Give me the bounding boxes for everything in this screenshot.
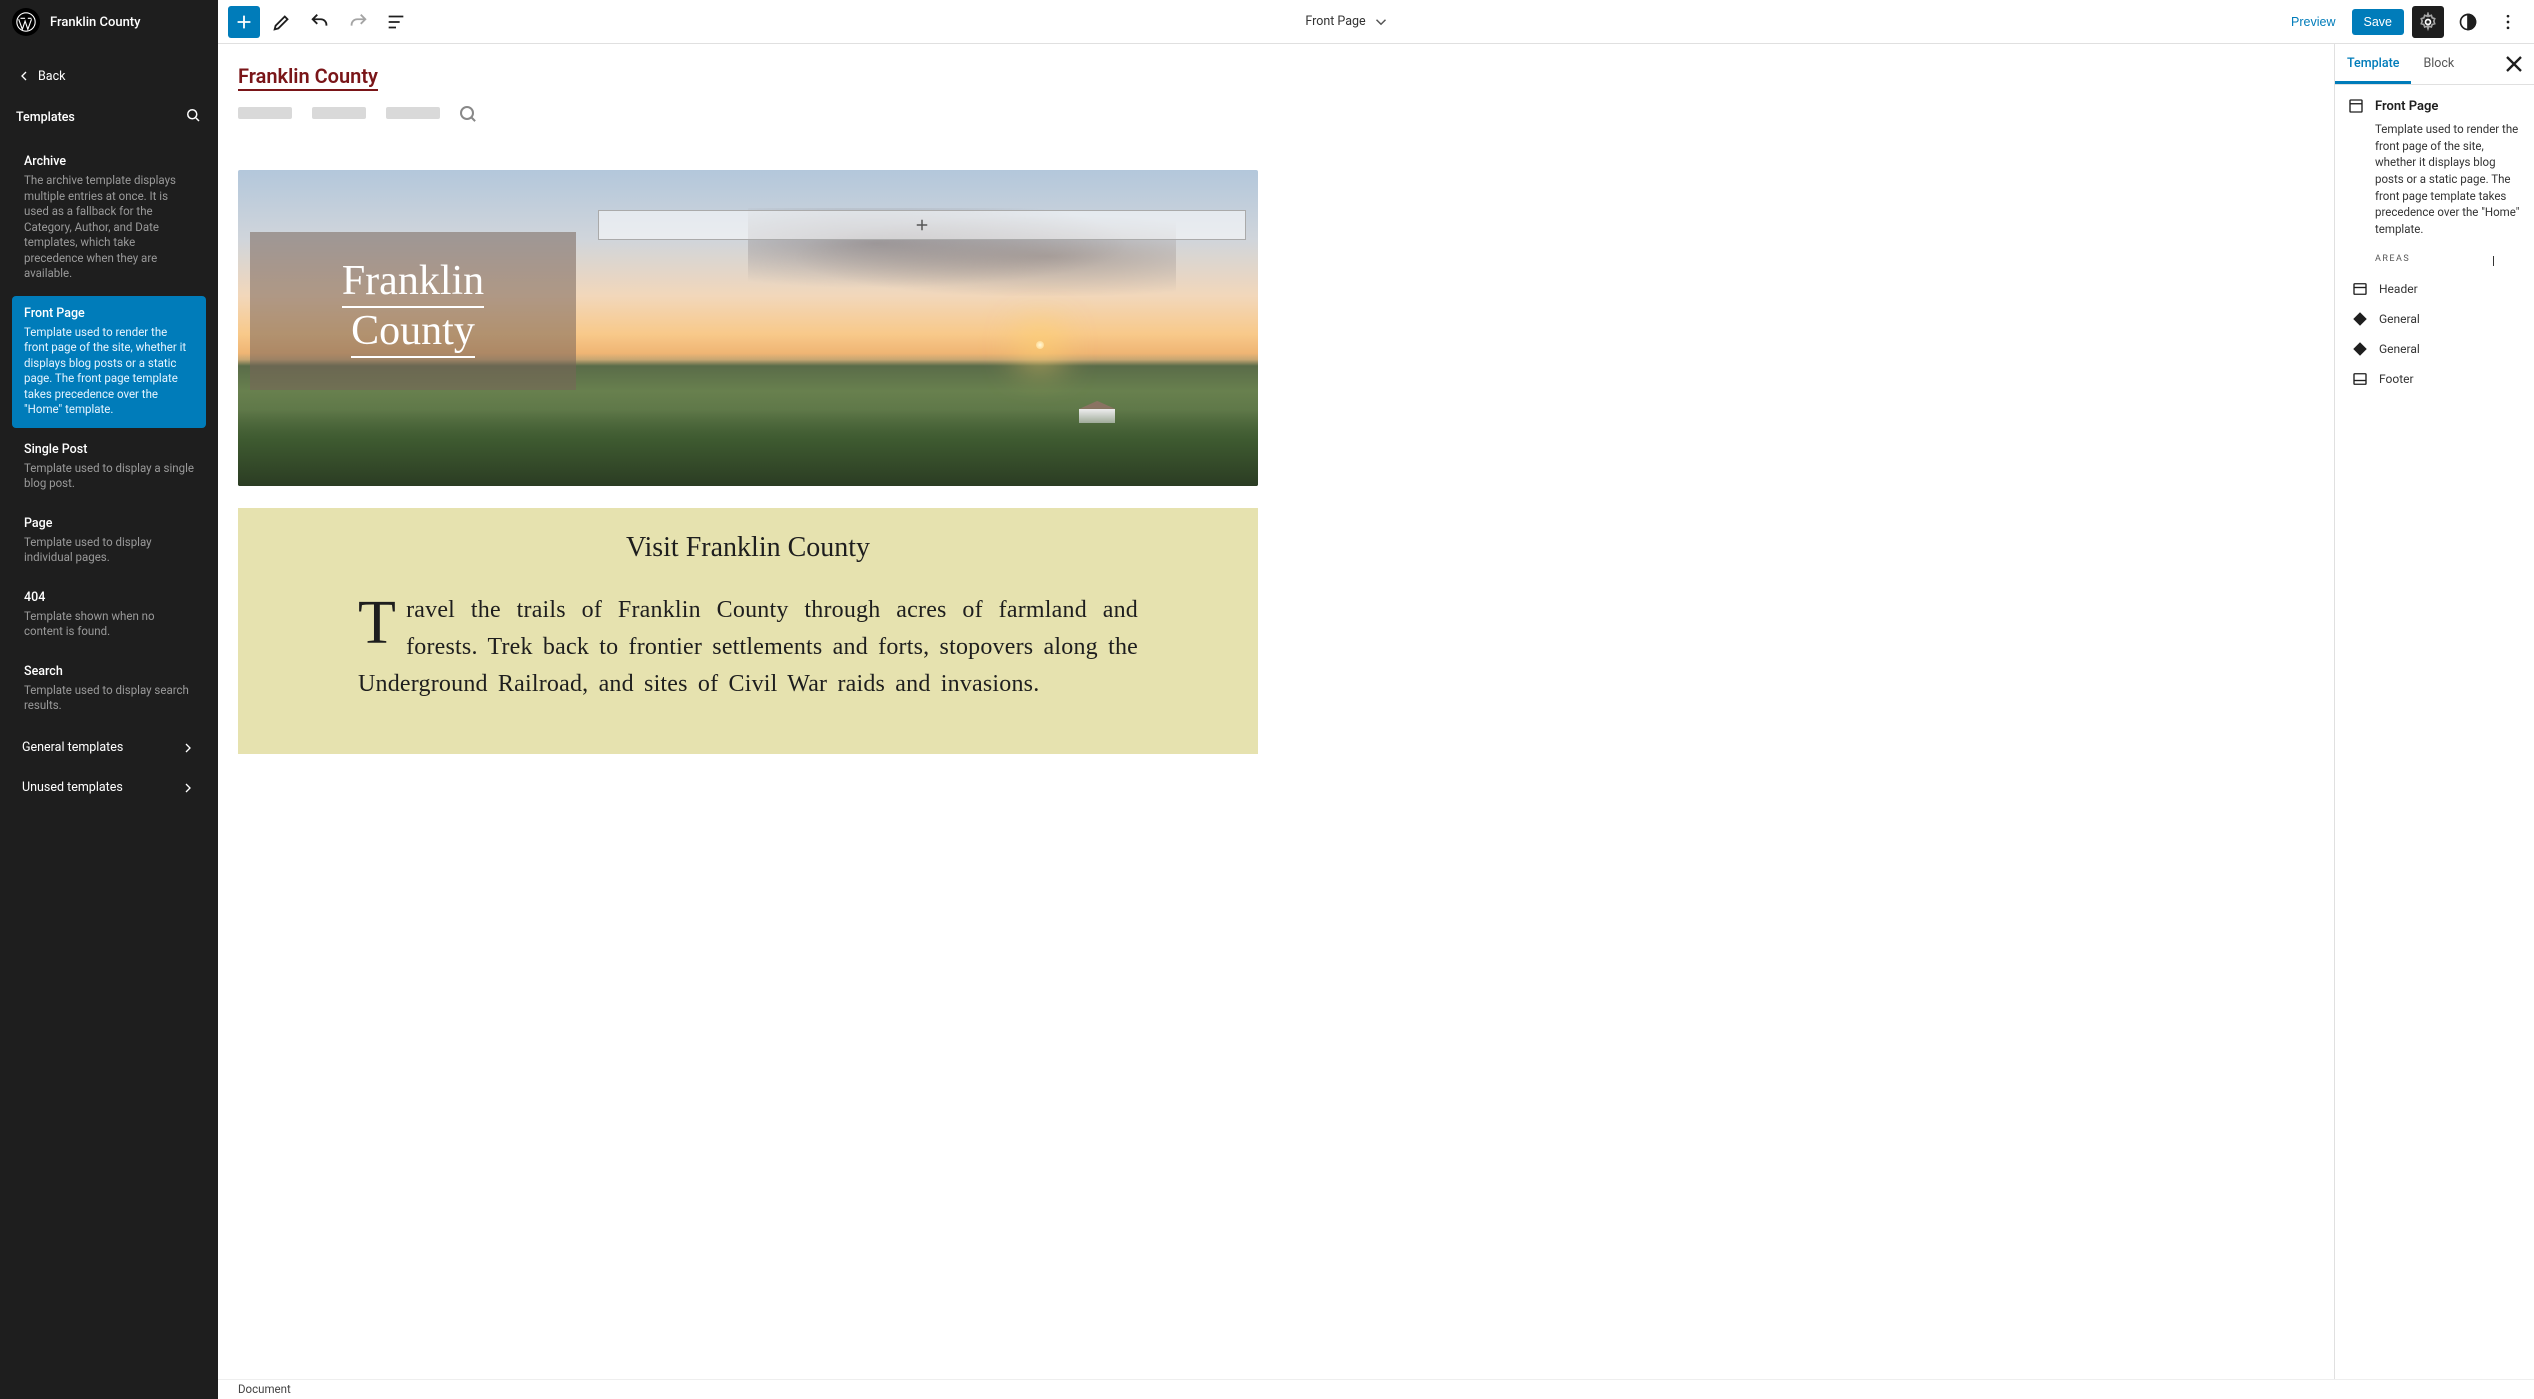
hero-title: Franklin County xyxy=(290,258,536,358)
template-card-title: Front Page xyxy=(2375,99,2438,114)
template-item-search[interactable]: Search Template used to display search r… xyxy=(12,654,206,724)
status-bar-label: Document xyxy=(238,1382,291,1396)
document-title-label: Front Page xyxy=(1305,14,1365,29)
template-desc: Template used to display a single blog p… xyxy=(24,461,194,492)
toolbar-right: Preview Save xyxy=(2283,6,2524,38)
diamond-icon xyxy=(2351,310,2369,328)
nav-placeholder xyxy=(238,107,292,119)
nav-placeholder xyxy=(312,107,366,119)
document-title-dropdown[interactable]: Front Page xyxy=(420,13,2275,31)
area-footer[interactable]: Footer xyxy=(2347,364,2522,394)
edit-icon[interactable] xyxy=(266,6,298,38)
template-desc: Template shown when no content is found. xyxy=(24,609,194,640)
templates-heading: Templates xyxy=(0,96,218,134)
back-label: Back xyxy=(38,69,65,84)
area-general[interactable]: General xyxy=(2347,304,2522,334)
template-name: Single Post xyxy=(24,442,194,457)
area-header[interactable]: Header xyxy=(2347,274,2522,304)
header-icon xyxy=(2351,280,2369,298)
area-label: General xyxy=(2379,342,2420,356)
footer-icon xyxy=(2351,370,2369,388)
settings-panel: Template Block Front Page Template used … xyxy=(2334,44,2534,1379)
template-desc: Template used to display search results. xyxy=(24,683,194,714)
row-label: Unused templates xyxy=(22,780,123,795)
chevron-right-icon xyxy=(180,740,196,756)
template-item-archive[interactable]: Archive The archive template displays mu… xyxy=(12,144,206,292)
template-name: Archive xyxy=(24,154,194,169)
search-icon[interactable] xyxy=(460,106,474,120)
site-title-link[interactable]: Franklin County xyxy=(238,64,378,88)
wordpress-logo[interactable] xyxy=(12,8,40,36)
canvas-scroll[interactable]: Franklin County xyxy=(218,44,2334,1379)
template-desc: The archive template displays multiple e… xyxy=(24,173,194,282)
general-templates-row[interactable]: General templates xyxy=(6,728,212,768)
hero-sun xyxy=(1036,341,1044,349)
list-view-button[interactable] xyxy=(380,6,412,38)
template-item-404[interactable]: 404 Template shown when no content is fo… xyxy=(12,580,206,650)
top-toolbar: Front Page Preview Save xyxy=(218,0,2534,44)
block-inserter-placeholder[interactable] xyxy=(598,210,1246,240)
site-title[interactable]: Franklin County xyxy=(50,15,141,30)
visit-section[interactable]: Visit Franklin County Travel the trails … xyxy=(238,508,1258,754)
hero-foliage xyxy=(238,410,1258,486)
template-item-single-post[interactable]: Single Post Template used to display a s… xyxy=(12,432,206,502)
nav-placeholder xyxy=(386,107,440,119)
status-bar: Document xyxy=(218,1379,2534,1399)
template-list: Archive The archive template displays mu… xyxy=(0,134,218,1399)
visit-paragraph[interactable]: Travel the trails of Franklin County thr… xyxy=(358,592,1138,704)
add-block-button[interactable] xyxy=(228,6,260,38)
toolbar-left xyxy=(228,6,412,38)
sidebar-header: Franklin County xyxy=(0,0,218,44)
area-label: General xyxy=(2379,312,2420,326)
visit-heading[interactable]: Visit Franklin County xyxy=(358,532,1138,564)
area-label: Header xyxy=(2379,282,2418,296)
tab-template[interactable]: Template xyxy=(2335,44,2411,84)
areas-label: AREAS xyxy=(2375,254,2522,264)
redo-button[interactable] xyxy=(342,6,374,38)
undo-button[interactable] xyxy=(304,6,336,38)
templates-heading-label: Templates xyxy=(16,110,75,125)
template-item-page[interactable]: Page Template used to display individual… xyxy=(12,506,206,576)
close-settings-button[interactable] xyxy=(2500,50,2528,78)
template-desc: Template used to render the front page o… xyxy=(24,325,194,418)
hero-title-line: Franklin xyxy=(342,258,484,308)
template-desc: Template used to display individual page… xyxy=(24,535,194,566)
nav-placeholder-row xyxy=(238,106,1258,120)
template-item-front-page[interactable]: Front Page Template used to render the f… xyxy=(12,296,206,428)
settings-body: Front Page Template used to render the f… xyxy=(2335,85,2534,406)
tab-block[interactable]: Block xyxy=(2411,44,2466,84)
hero-title-box[interactable]: Franklin County xyxy=(250,232,576,390)
more-options-button[interactable] xyxy=(2492,6,2524,38)
save-button[interactable]: Save xyxy=(2352,9,2405,35)
left-sidebar: Franklin County Back Templates Archive T… xyxy=(0,0,218,1399)
back-button[interactable]: Back xyxy=(0,44,218,96)
main-area: Front Page Preview Save Frankl xyxy=(218,0,2534,1399)
editor-canvas[interactable]: Franklin County xyxy=(218,44,1278,774)
template-card-desc: Template used to render the front page o… xyxy=(2375,121,2522,238)
area-label: Footer xyxy=(2379,372,2414,386)
row-label: General templates xyxy=(22,740,123,755)
settings-toggle-button[interactable] xyxy=(2412,6,2444,38)
template-card-head: Front Page xyxy=(2347,97,2522,115)
template-name: Front Page xyxy=(24,306,194,321)
hero-title-line: County xyxy=(351,308,475,358)
search-icon[interactable] xyxy=(184,106,202,128)
styles-toggle-button[interactable] xyxy=(2452,6,2484,38)
template-name: Page xyxy=(24,516,194,531)
chevron-right-icon xyxy=(180,780,196,796)
diamond-icon xyxy=(2351,340,2369,358)
template-name: Search xyxy=(24,664,194,679)
workspace: Franklin County xyxy=(218,44,2534,1379)
settings-tabs: Template Block xyxy=(2335,44,2534,85)
preview-button[interactable]: Preview xyxy=(2283,9,2343,35)
unused-templates-row[interactable]: Unused templates xyxy=(6,768,212,808)
template-name: 404 xyxy=(24,590,194,605)
chevron-down-icon xyxy=(1372,13,1390,31)
plus-icon xyxy=(913,216,931,234)
layout-icon xyxy=(2347,97,2365,115)
area-general[interactable]: General xyxy=(2347,334,2522,364)
hero-cover-block[interactable]: Franklin County xyxy=(238,170,1258,486)
